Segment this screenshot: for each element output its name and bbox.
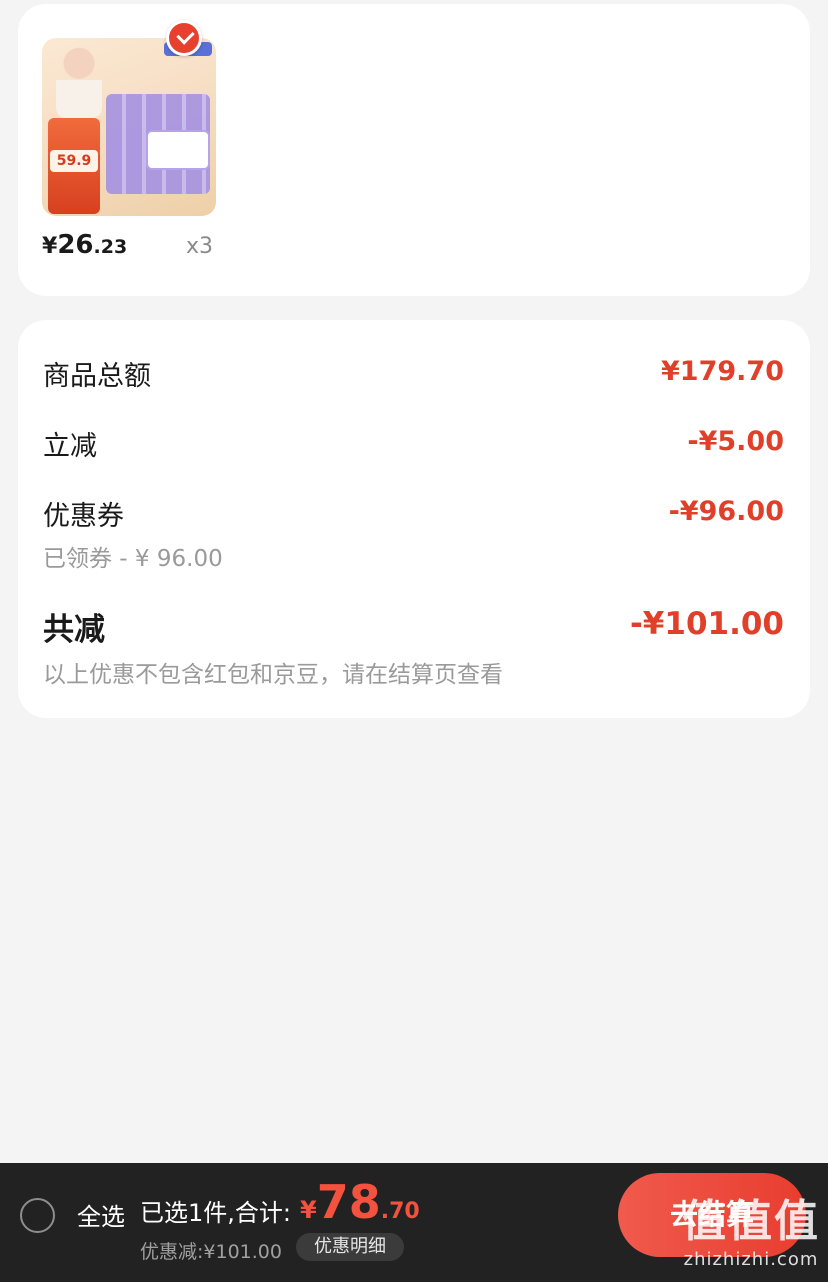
product-quantity: x3 xyxy=(186,234,214,259)
product-image[interactable]: 59.9 xyxy=(42,38,216,216)
discount-note: 以上优惠不包含红包和京豆，请在结算页查看 xyxy=(43,662,503,688)
instant-discount-value: -¥5.00 xyxy=(687,426,784,457)
subtotal-value: ¥179.70 xyxy=(661,356,784,387)
product-price: ¥26.23 xyxy=(42,230,127,260)
total-price: ¥78.70 xyxy=(300,1175,420,1229)
product-card: 59.9 ¥26.23 x3 xyxy=(18,4,810,296)
watermark-site: zhizhizhi.com xyxy=(683,1249,819,1270)
discount-amount-text: 优惠减:¥101.00 xyxy=(140,1241,282,1263)
total-currency-symbol: ¥ xyxy=(300,1196,317,1224)
model-figure xyxy=(56,42,102,118)
selected-check-icon[interactable] xyxy=(166,20,202,56)
total-discount-label: 共减 xyxy=(43,612,105,648)
total-decimal: .70 xyxy=(380,1199,420,1224)
site-watermark: 值值值 zhizhizhi.com xyxy=(682,1185,820,1270)
currency-symbol: ¥ xyxy=(42,234,58,259)
select-all-label[interactable]: 全选 xyxy=(77,1197,125,1232)
total-discount-value: -¥101.00 xyxy=(629,606,784,642)
instant-discount-label: 立减 xyxy=(43,431,97,462)
coupon-claimed-note: 已领券 - ¥ 96.00 xyxy=(43,546,223,572)
price-integer: 26 xyxy=(57,230,94,260)
tissue-box-graphic xyxy=(146,130,210,170)
coupon-label: 优惠券 xyxy=(43,501,124,532)
subtotal-label: 商品总额 xyxy=(43,361,151,392)
discount-summary-card: 商品总额 ¥179.70 立减 -¥5.00 优惠券 -¥96.00 已领券 -… xyxy=(18,320,810,718)
promo-price-tag: 59.9 xyxy=(50,150,98,172)
discount-detail-button[interactable]: 优惠明细 xyxy=(296,1233,404,1261)
total-integer: 78 xyxy=(316,1175,381,1229)
watermark-logo: 值值值 xyxy=(682,1196,820,1247)
checkout-bar: 全选 已选1件,合计: ¥78.70 优惠减:¥101.00 优惠明细 去结算 … xyxy=(0,1163,828,1282)
select-all-radio[interactable] xyxy=(20,1198,55,1233)
selected-count-text: 已选1件,合计: xyxy=(140,1199,291,1227)
coupon-value: -¥96.00 xyxy=(668,496,784,527)
price-decimal: .23 xyxy=(93,236,128,258)
